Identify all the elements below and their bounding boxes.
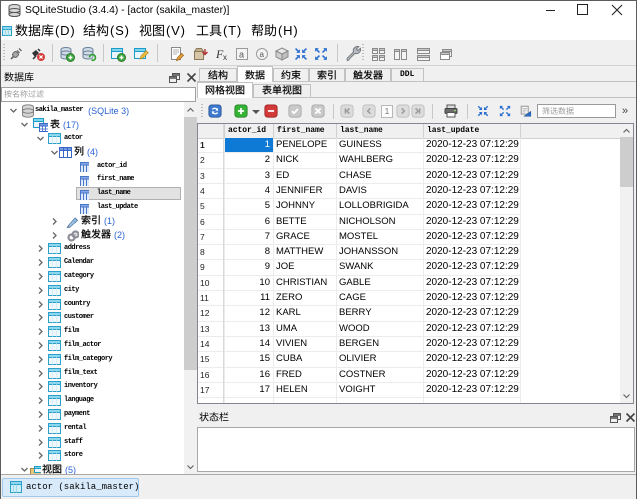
svg-text:a: a: [239, 50, 244, 60]
svg-text:x: x: [223, 53, 227, 62]
svg-text:a: a: [260, 50, 265, 59]
